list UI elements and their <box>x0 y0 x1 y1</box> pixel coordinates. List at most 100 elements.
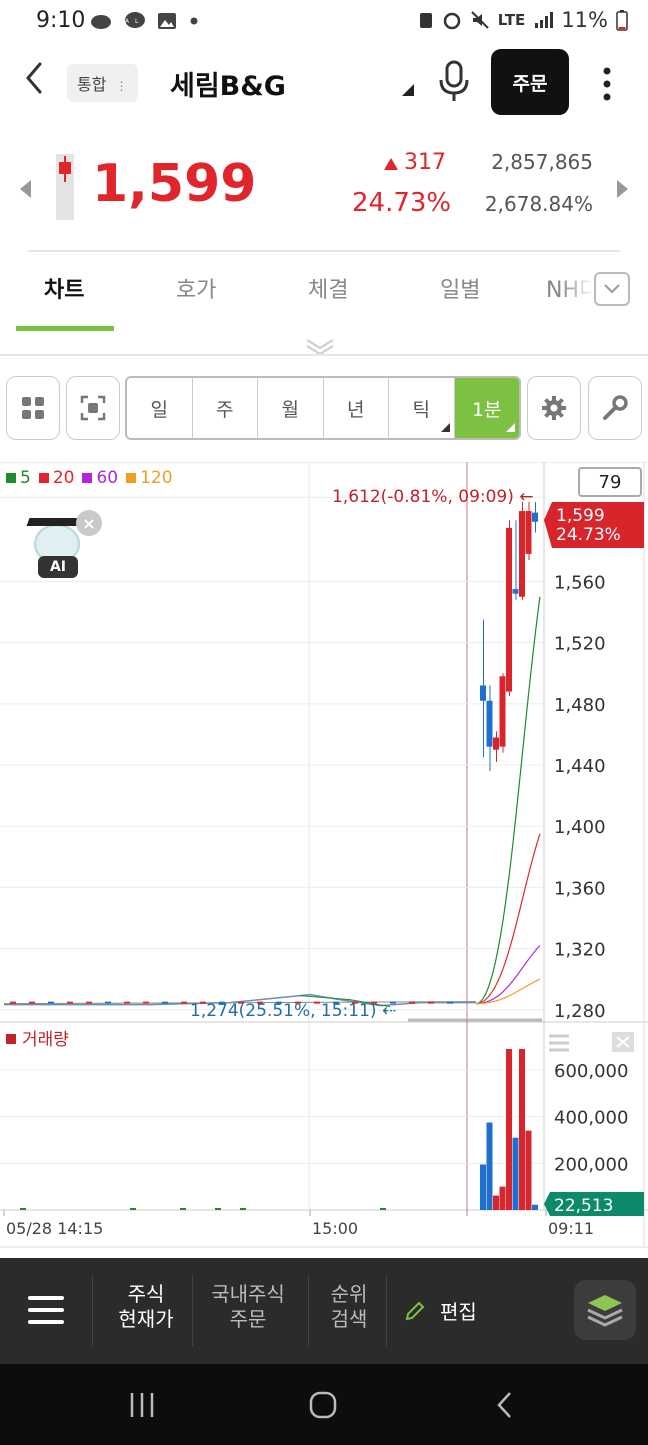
volume-legend-label: 거래량 <box>22 1030 69 1050</box>
stock-dropdown-icon[interactable] <box>402 84 414 96</box>
chart-tools-button[interactable] <box>588 376 642 440</box>
period-month[interactable]: 월 <box>258 378 324 438</box>
candle-body <box>519 511 525 597</box>
volume-bar <box>506 1049 512 1210</box>
period-year[interactable]: 년 <box>324 378 389 438</box>
price-tick-label: 1,440 <box>554 756 606 777</box>
prev-stock-icon[interactable] <box>20 180 31 198</box>
layers-button[interactable] <box>574 1280 636 1340</box>
nav-divider <box>308 1276 309 1346</box>
chart-canvas[interactable]: 1,560 1,520 1,480 1,440 1,400 1,360 1,320 1,280… <box>0 462 648 1252</box>
tab-fade <box>560 266 594 310</box>
volume-ratio: 2,678.84% <box>484 192 593 216</box>
nav-stock-price[interactable]: 주식 현재가 <box>106 1282 186 1332</box>
pencil-icon <box>405 1301 425 1320</box>
active-tab-indicator <box>16 326 114 331</box>
period-day-label: 일 <box>150 398 168 421</box>
volume-bar <box>486 1122 493 1210</box>
chart-settings-button[interactable] <box>527 376 581 440</box>
mini-candle-icon <box>56 154 74 220</box>
nav-stock-price-line2: 현재가 <box>118 1307 174 1331</box>
expand-chevron-icon[interactable] <box>305 338 335 360</box>
back-arrow-icon[interactable] <box>22 60 46 105</box>
fullscreen-button[interactable] <box>66 376 120 440</box>
layout-grid-button[interactable] <box>6 376 60 440</box>
nav-domestic-order-line1: 국내주식 <box>211 1282 285 1306</box>
battery-level: 11% <box>561 8 608 32</box>
current-price: 1,599 <box>92 154 257 214</box>
candle-body <box>499 676 506 747</box>
candle-body <box>532 512 538 522</box>
nav-ranking-search-line1: 순위 <box>330 1282 368 1306</box>
volume-bar <box>480 1164 486 1210</box>
low-price-marker: 1,274(25.51%, 15:11) ⇠ <box>190 1001 396 1021</box>
mute-icon <box>471 11 489 29</box>
period-1min[interactable]: 1분 <box>454 378 519 438</box>
svg-text:TALK: TALK <box>124 18 146 25</box>
nav-domestic-order[interactable]: 국내주식 주문 <box>202 1282 294 1332</box>
volume-bar <box>499 1186 506 1210</box>
status-bar: 9:10 TALK LTE 11% <box>0 0 648 44</box>
home-icon[interactable] <box>308 1390 338 1427</box>
signal-icon <box>535 12 554 28</box>
x-tick-label: 09:11 <box>548 1219 594 1238</box>
tab-trades[interactable]: 체결 <box>308 272 348 304</box>
period-day[interactable]: 일 <box>127 378 193 438</box>
volume-tick-label: 400,000 <box>554 1108 628 1129</box>
volume-bar-small <box>20 1208 26 1210</box>
order-button[interactable]: 주문 <box>491 49 569 115</box>
current-price-tag-pct: 24.73% <box>556 525 621 545</box>
microphone-icon[interactable] <box>436 60 472 104</box>
up-triangle-icon <box>384 158 398 170</box>
recent-apps-icon[interactable] <box>126 1390 158 1427</box>
image-icon <box>158 13 177 29</box>
tab-orderbook[interactable]: 호가 <box>176 272 216 304</box>
price-tick-label: 1,520 <box>554 634 606 655</box>
volume-bar <box>512 1137 519 1210</box>
network-type: LTE <box>497 11 526 29</box>
candle-body <box>512 589 519 594</box>
nav-divider <box>386 1276 387 1346</box>
market-tag-button[interactable]: 통합 ⋮ <box>67 64 138 102</box>
ai-close-icon[interactable]: × <box>76 510 102 536</box>
nav-divider <box>192 1276 193 1346</box>
nav-edit-button[interactable]: 편집 <box>404 1296 477 1325</box>
market-menu-icon: ⋮ <box>115 79 128 93</box>
gear-icon <box>542 396 566 420</box>
volume-tick-label: 600,000 <box>554 1061 628 1082</box>
divider <box>0 354 648 356</box>
candle-body <box>506 527 512 692</box>
price-tick-label: 1,280 <box>554 1001 606 1022</box>
back-nav-icon[interactable] <box>494 1390 514 1427</box>
candle-count-box[interactable]: 79 <box>578 467 642 497</box>
quote-summary: 1,599 317 24.73% 2,857,865 2,678.84% <box>0 140 648 245</box>
legend-ma20: 20 <box>38 468 75 488</box>
tab-more-button[interactable] <box>594 272 630 306</box>
x-tick-label: 05/28 14:15 <box>6 1219 103 1238</box>
battery-icon <box>616 10 628 31</box>
tab-daily[interactable]: 일별 <box>440 272 480 304</box>
legend-ma120-label: 120 <box>140 468 173 488</box>
hamburger-menu-icon[interactable] <box>28 1296 64 1332</box>
price-change-pct: 24.73% <box>352 188 452 218</box>
period-week[interactable]: 주 <box>193 378 258 438</box>
stock-name[interactable]: 세림B&G <box>170 64 286 103</box>
volume-bar-small <box>380 1208 386 1210</box>
volume-bar <box>525 1130 532 1210</box>
price-chart[interactable]: 1,560 1,520 1,480 1,440 1,400 1,360 1,320 1,280… <box>0 462 648 1252</box>
volume-bar-small <box>215 1208 221 1210</box>
divider <box>28 250 620 252</box>
nav-ranking-search-line2: 검색 <box>330 1307 368 1331</box>
nav-ranking-search[interactable]: 순위 검색 <box>322 1282 376 1332</box>
tab-chart[interactable]: 차트 <box>44 272 84 304</box>
period-tick[interactable]: 틱 <box>389 378 455 438</box>
next-stock-icon[interactable] <box>617 180 628 198</box>
nav-divider <box>92 1276 93 1346</box>
legend-ma5-label: 5 <box>20 468 31 488</box>
candle-body <box>486 700 493 747</box>
price-tick-label: 1,560 <box>554 572 606 593</box>
period-selector: 일 주 월 년 틱 1분 <box>125 376 521 440</box>
legend-ma20-label: 20 <box>52 468 75 488</box>
price-tick-label: 1,400 <box>554 817 606 838</box>
more-menu-icon[interactable] <box>602 66 612 102</box>
